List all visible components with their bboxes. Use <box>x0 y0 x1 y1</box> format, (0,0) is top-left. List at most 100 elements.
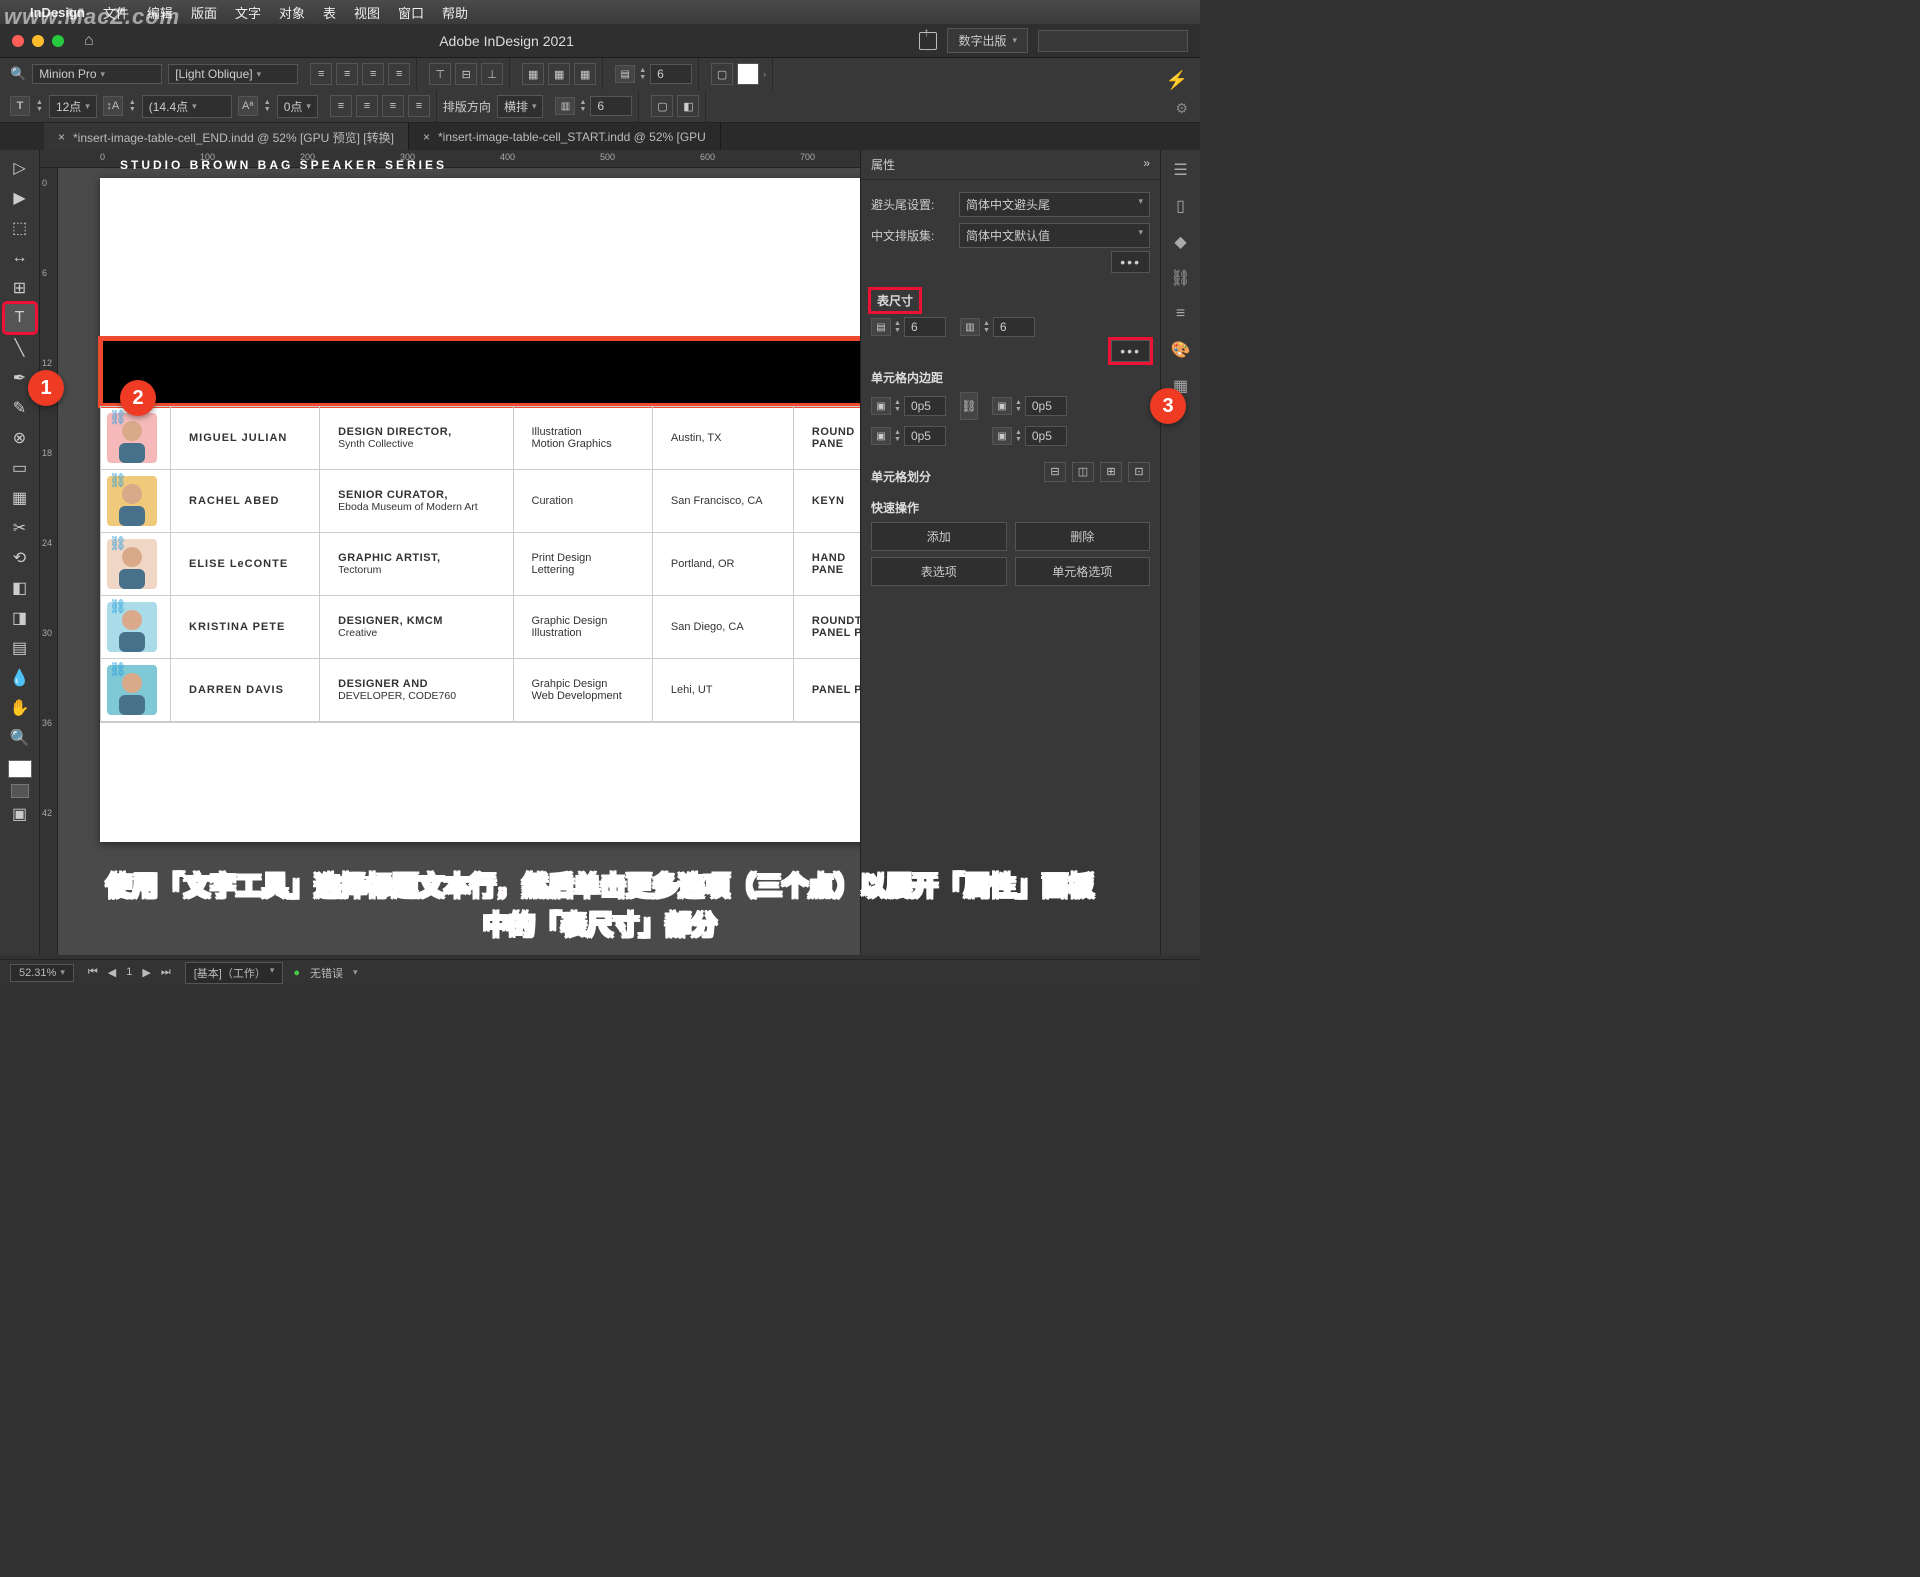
inset-bottom-stepper[interactable]: ▣▲▼ 0p5 <box>871 426 946 446</box>
table-cols-stepper[interactable]: ▥ ▲▼ 6 <box>960 317 1035 337</box>
pages-icon[interactable]: ▯ <box>1168 194 1194 218</box>
zoom-dropdown[interactable]: 52.31%▾ <box>10 964 74 982</box>
close-button[interactable] <box>12 35 24 47</box>
view-mode-icon[interactable]: ▣ <box>5 800 35 828</box>
merge-cells-icon[interactable]: ⊟ <box>1044 462 1066 482</box>
align-right-icon[interactable]: ≡ <box>362 63 384 85</box>
page-tool[interactable]: ⬚ <box>5 214 35 242</box>
grid-c-icon[interactable]: ▦ <box>574 63 596 85</box>
unmerge-icon[interactable]: ⊡ <box>1128 462 1150 482</box>
inset-right-stepper[interactable]: ▣▲▼ 0p5 <box>992 426 1067 446</box>
doc-tab-1[interactable]: × *insert-image-table-cell_END.indd @ 52… <box>44 123 409 151</box>
line-tool[interactable]: ╲ <box>5 334 35 362</box>
note-tool[interactable]: ▤ <box>5 634 35 662</box>
avoid-dropdown[interactable]: 简体中文避头尾▾ <box>959 192 1150 217</box>
tt-icon[interactable]: T <box>10 96 30 116</box>
table-row[interactable]: ⛓ DARREN DAVIS DESIGNER ANDDEVELOPER, CO… <box>101 659 861 722</box>
hand-tool[interactable]: ✋ <box>5 694 35 722</box>
page-nav[interactable]: ⏮◀1▶⏭ <box>84 966 175 979</box>
valign-mid-icon[interactable]: ⊟ <box>455 63 477 85</box>
close-tab-icon[interactable]: × <box>423 130 430 144</box>
document-page[interactable]: STUDIO BROWN BAG SPEAKER SERIES ⛓ MIGUEL… <box>100 178 860 842</box>
font-style-dropdown[interactable]: [Light Oblique]▾ <box>168 64 298 84</box>
free-transform-tool[interactable]: ⟲ <box>5 544 35 572</box>
cjk-dropdown[interactable]: 简体中文默认值▾ <box>959 223 1150 248</box>
sliders-icon[interactable]: ☰ <box>1168 158 1194 182</box>
canvas[interactable]: 0 100 200 300 400 500 600 700 800 0 6 12… <box>40 150 860 955</box>
master-dropdown[interactable]: [基本]（工作）▾ <box>185 962 284 984</box>
char-format-icon[interactable]: 🔍 <box>10 66 26 82</box>
close-tab-icon[interactable]: × <box>58 130 65 144</box>
layout-dir-dropdown[interactable]: 横排▾ <box>497 95 544 118</box>
leading-dropdown[interactable]: (14.4点▾ <box>142 95 232 118</box>
search-input[interactable] <box>1038 30 1188 52</box>
split-h-icon[interactable]: ◫ <box>1072 462 1094 482</box>
rows-value[interactable]: 6 <box>650 64 692 84</box>
delete-button[interactable]: 删除 <box>1015 522 1151 551</box>
valign-top-icon[interactable]: ⊤ <box>429 63 451 85</box>
more-options-icon[interactable]: ••• <box>1111 251 1150 273</box>
valign-bot-icon[interactable]: ⊥ <box>481 63 503 85</box>
zoom-tool[interactable]: 🔍 <box>5 724 35 752</box>
doc-tab-2[interactable]: × *insert-image-table-cell_START.indd @ … <box>409 123 721 151</box>
table-rows-stepper[interactable]: ▤ ▲▼ 6 <box>871 317 946 337</box>
gradient-swatch-tool[interactable]: ◧ <box>5 574 35 602</box>
just-a-icon[interactable]: ≡ <box>330 95 352 117</box>
menu-view[interactable]: 视图 <box>354 3 380 22</box>
add-button[interactable]: 添加 <box>871 522 1007 551</box>
grid-b-icon[interactable]: ▦ <box>548 63 570 85</box>
leading-icon[interactable]: ↕A <box>103 96 123 116</box>
selection-tool[interactable]: ▷ <box>5 154 35 182</box>
workspace-dropdown[interactable]: 数字出版▾ <box>947 28 1028 53</box>
grid-a-icon[interactable]: ▦ <box>522 63 544 85</box>
maximize-button[interactable] <box>52 35 64 47</box>
link-insets-icon[interactable]: ⛓ <box>960 392 978 420</box>
menu-type[interactable]: 文字 <box>235 3 261 22</box>
opt-a-icon[interactable]: ▢ <box>651 95 673 117</box>
links-panel-icon[interactable]: ⛓ <box>1168 266 1194 290</box>
scissors-tool[interactable]: ✂ <box>5 514 35 542</box>
table-row[interactable]: ⛓ RACHEL ABED SENIOR CURATOR,Eboda Museu… <box>101 470 861 533</box>
grid-tool[interactable]: ▦ <box>5 484 35 512</box>
gradient-feather-tool[interactable]: ◨ <box>5 604 35 632</box>
rectangle-tool[interactable]: ▭ <box>5 454 35 482</box>
baseline-icon[interactable]: Aª <box>238 96 258 116</box>
default-swatch[interactable] <box>11 784 29 798</box>
fill-stroke-swatch[interactable] <box>8 760 32 778</box>
font-family-dropdown[interactable]: Minion Pro▾ <box>32 64 162 84</box>
menu-table[interactable]: 表 <box>323 3 336 22</box>
cc-libraries-icon[interactable]: ◆ <box>1168 230 1194 254</box>
just-c-icon[interactable]: ≡ <box>382 95 404 117</box>
opt-b-icon[interactable]: ◧ <box>677 95 699 117</box>
inset-left-stepper[interactable]: ▣▲▼ 0p5 <box>992 396 1067 416</box>
type-tool[interactable]: T <box>5 304 35 332</box>
speaker-table[interactable]: ⛓ MIGUEL JULIAN DESIGN DIRECTOR,Synth Co… <box>100 406 860 722</box>
menu-object[interactable]: 对象 <box>279 3 305 22</box>
pencil-tool[interactable]: ✎ <box>5 394 35 422</box>
menu-help[interactable]: 帮助 <box>442 3 468 22</box>
gpu-lightning-icon[interactable]: ⚡ <box>1166 70 1188 91</box>
align-left-icon[interactable]: ≡ <box>310 63 332 85</box>
eyedropper-tool[interactable]: 💧 <box>5 664 35 692</box>
inset-top-stepper[interactable]: ▣▲▼ 0p5 <box>871 396 946 416</box>
font-size-dropdown[interactable]: 12点▾ <box>49 95 97 118</box>
gap-tool[interactable]: ↔ <box>5 244 35 272</box>
table-row[interactable]: ⛓ MIGUEL JULIAN DESIGN DIRECTOR,Synth Co… <box>101 407 861 470</box>
stroke-proxy-icon[interactable]: ▢ <box>711 63 733 85</box>
content-collector-tool[interactable]: ⊞ <box>5 274 35 302</box>
fill-swatch[interactable] <box>737 63 759 85</box>
align-center-icon[interactable]: ≡ <box>336 63 358 85</box>
just-b-icon[interactable]: ≡ <box>356 95 378 117</box>
minimize-button[interactable] <box>32 35 44 47</box>
color-panel-icon[interactable]: 🎨 <box>1168 338 1194 362</box>
table-options-button[interactable]: 表选项 <box>871 557 1007 586</box>
table-row[interactable]: ⛓ ELISE LeCONTE GRAPHIC ARTIST,Tectorum … <box>101 533 861 596</box>
direct-selection-tool[interactable]: ▶ <box>5 184 35 212</box>
home-icon[interactable]: ⌂ <box>84 32 94 50</box>
cell-options-button[interactable]: 单元格选项 <box>1015 557 1151 586</box>
share-icon[interactable] <box>919 32 937 50</box>
menu-layout[interactable]: 版面 <box>191 3 217 22</box>
align-justify-icon[interactable]: ≡ <box>388 63 410 85</box>
more-options-table-icon[interactable]: ••• <box>1111 340 1150 362</box>
stroke-panel-icon[interactable]: ≡ <box>1168 302 1194 326</box>
